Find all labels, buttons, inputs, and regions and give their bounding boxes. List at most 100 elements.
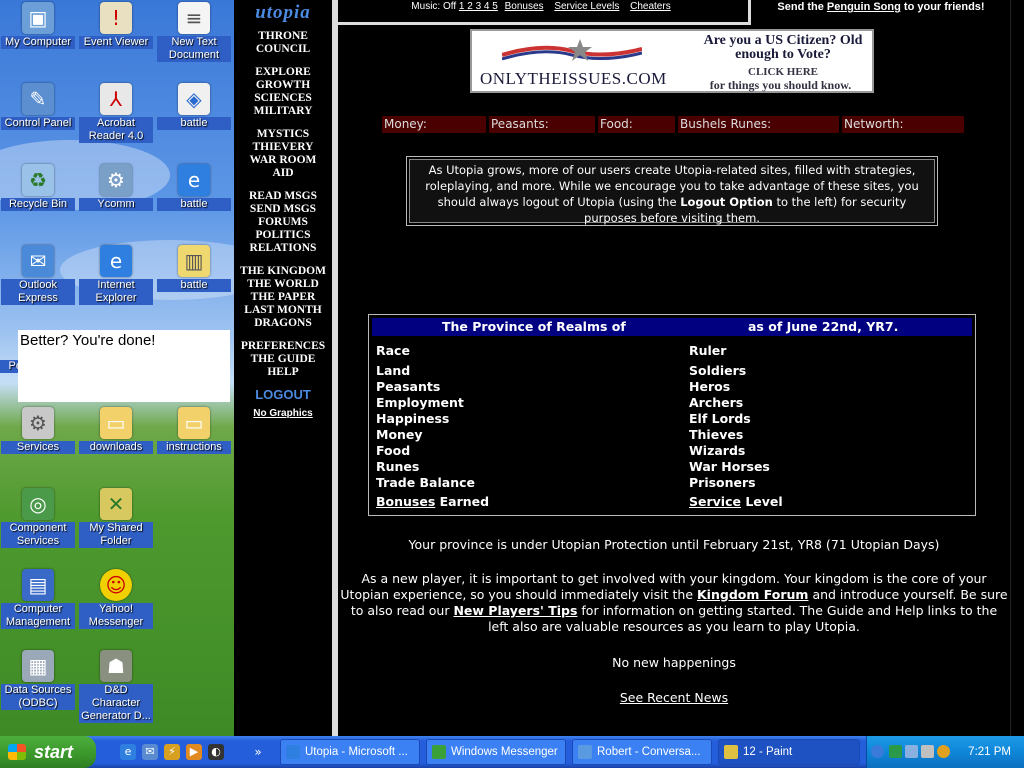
quicklaunch-media-icon[interactable]: ▶	[186, 744, 202, 760]
desktop-icon-yahoo-messenger[interactable]: ☺ Yahoo! Messenger	[79, 569, 153, 629]
yahoo-tray-icon[interactable]	[937, 745, 950, 758]
taskbar-item-utopia[interactable]: Utopia - Microsoft ...	[280, 739, 420, 765]
ad-banner[interactable]: ONLYTHEISSUES.COM Are you a US Citizen? …	[470, 29, 874, 93]
logout-link[interactable]: LOGOUT	[234, 387, 332, 402]
nav-link-sciences[interactable]: SCIENCES	[234, 92, 332, 105]
desktop-icon-ycomm[interactable]: ⚙ Ycomm	[79, 164, 153, 211]
start-button[interactable]: start	[0, 736, 96, 768]
desktop-icon-internet-explorer[interactable]: e Internet Explorer	[79, 245, 153, 305]
nav-link-read-msgs[interactable]: READ MSGS	[234, 190, 332, 203]
desktop-icon-dnd-character-generator[interactable]: ☗ D&D Character Generator D...	[79, 650, 153, 723]
desktop-icon-battle-3[interactable]: ▥ battle	[157, 245, 231, 292]
taskbar-item-robert-conversation[interactable]: Robert - Conversa...	[572, 739, 712, 765]
stat-money: Money:	[382, 116, 486, 133]
province-field-employment: Employment	[376, 395, 464, 410]
desktop-icon-battle-1[interactable]: ◈ battle	[157, 83, 231, 130]
services-gear-icon: ⚙	[22, 407, 54, 439]
province-field-ruler: Ruler	[689, 343, 727, 358]
music-status[interactable]: Music: Off	[411, 1, 456, 12]
desktop-icon-outlook-express[interactable]: ✉ Outlook Express	[1, 245, 75, 305]
nav-link-last-month[interactable]: LAST MONTH	[234, 304, 332, 317]
nav-group: PREFERENCES THE GUIDE HELP	[234, 340, 332, 379]
cheaters-link[interactable]: Cheaters	[630, 1, 671, 12]
ad-click-here[interactable]: CLICK HERE	[698, 66, 868, 78]
desktop-icon-computer-management[interactable]: ▤ Computer Management	[1, 569, 75, 629]
icon-label: battle	[157, 198, 231, 211]
nav-link-the-paper[interactable]: THE PAPER	[234, 291, 332, 304]
nav-link-war-room[interactable]: WAR ROOM	[234, 154, 332, 167]
desktop-icon-new-text-document[interactable]: ≡ New Text Document	[157, 2, 231, 62]
bonuses-earned-link[interactable]: Bonuses	[376, 494, 435, 509]
desktop-icon-instructions[interactable]: ▭ instructions	[157, 407, 231, 454]
desktop-icon-control-panel[interactable]: ✎ Control Panel	[1, 83, 75, 130]
music-track-links[interactable]: 1 2 3 4 5	[459, 1, 498, 12]
network-tray-icon[interactable]	[905, 745, 918, 758]
messenger-tray-icon[interactable]	[889, 745, 902, 758]
no-graphics-link[interactable]: No Graphics	[234, 408, 332, 419]
taskbar-item-paint[interactable]: 12 - Paint	[718, 739, 860, 765]
nav-link-mystics[interactable]: MYSTICS	[234, 128, 332, 141]
tray-expand-icon[interactable]	[871, 745, 884, 758]
icon-label: Internet Explorer	[79, 279, 153, 305]
province-field-land: Land	[376, 363, 411, 378]
quicklaunch-outlook-icon[interactable]: ✉	[142, 744, 158, 760]
nav-link-preferences[interactable]: PREFERENCES	[234, 340, 332, 353]
icon-label: instructions	[157, 441, 231, 454]
taskbar-item-label: Windows Messenger	[451, 746, 558, 758]
penguin-song-link[interactable]: Penguin Song	[827, 1, 901, 13]
new-players-tips-link[interactable]: New Players' Tips	[453, 603, 577, 618]
bonuses-link[interactable]: Bonuses	[505, 1, 544, 12]
see-recent-news-link[interactable]: See Recent News	[620, 690, 728, 705]
desktop-icon-my-shared-folder[interactable]: ✕ My Shared Folder	[79, 488, 153, 548]
nav-link-the-kingdom[interactable]: THE KINGDOM	[234, 265, 332, 278]
paint-icon	[724, 745, 738, 759]
nav-link-the-world[interactable]: THE WORLD	[234, 278, 332, 291]
penguin-song-banner: Send the Penguin Song to your friends!	[752, 0, 1010, 22]
desktop-icon-acrobat-reader[interactable]: ⅄ Acrobat Reader 4.0	[79, 83, 153, 143]
kingdom-forum-link[interactable]: Kingdom Forum	[697, 587, 808, 602]
security-notice: As Utopia grows, more of our users creat…	[406, 156, 938, 226]
stat-networth: Networth:	[842, 116, 964, 133]
recycle-bin-icon: ♻	[22, 164, 54, 196]
volume-tray-icon[interactable]	[921, 745, 934, 758]
desktop-icon-data-sources[interactable]: ▦ Data Sources (ODBC)	[1, 650, 75, 710]
quicklaunch-app-icon[interactable]: ◐	[208, 744, 224, 760]
quicklaunch-more-chevron-icon[interactable]: »	[250, 744, 266, 760]
nav-link-throne[interactable]: THRONE	[234, 30, 332, 43]
nav-link-help[interactable]: HELP	[234, 366, 332, 379]
desktop-icon-recycle-bin[interactable]: ♻ Recycle Bin	[1, 164, 75, 211]
quicklaunch-ie-icon[interactable]: e	[120, 744, 136, 760]
bonuses-earned: Bonuses Earned	[376, 494, 489, 509]
service-level-link[interactable]: Service	[689, 494, 741, 509]
nav-link-explore[interactable]: EXPLORE	[234, 66, 332, 79]
nav-link-send-msgs[interactable]: SEND MSGS	[234, 203, 332, 216]
nav-link-dragons[interactable]: DRAGONS	[234, 317, 332, 330]
nav-link-politics[interactable]: POLITICS	[234, 229, 332, 242]
province-field-soldiers: Soldiers	[689, 363, 747, 378]
desktop-icon-component-services[interactable]: ◎ Component Services	[1, 488, 75, 548]
text-document-icon: ≡	[178, 2, 210, 34]
nav-link-military[interactable]: MILITARY	[234, 105, 332, 118]
province-field-prisoners: Prisoners	[689, 475, 756, 490]
quicklaunch-winamp-icon[interactable]: ⚡	[164, 744, 180, 760]
desktop-icon-battle-2[interactable]: e battle	[157, 164, 231, 211]
clock[interactable]: 7:21 PM	[968, 736, 1011, 768]
province-field-race: Race	[376, 343, 410, 358]
desktop-icon-services[interactable]: ⚙ Services	[1, 407, 75, 454]
nav-link-the-guide[interactable]: THE GUIDE	[234, 353, 332, 366]
nav-link-council[interactable]: COUNCIL	[234, 43, 332, 56]
vertical-scrollbar[interactable]	[1010, 0, 1024, 736]
nav-link-relations[interactable]: RELATIONS	[234, 242, 332, 255]
desktop-icon-event-viewer[interactable]: ! Event Viewer	[79, 2, 153, 49]
nav-link-thievery[interactable]: THIEVERY	[234, 141, 332, 154]
nav-link-forums[interactable]: FORUMS	[234, 216, 332, 229]
nav-link-growth[interactable]: GROWTH	[234, 79, 332, 92]
province-field-thieves: Thieves	[689, 427, 744, 442]
character-figure-icon: ☗	[100, 650, 132, 682]
shared-folder-icon: ✕	[100, 488, 132, 520]
nav-link-aid[interactable]: AID	[234, 167, 332, 180]
desktop-icon-my-computer[interactable]: ▣ My Computer	[1, 2, 75, 49]
taskbar-item-windows-messenger[interactable]: Windows Messenger	[426, 739, 566, 765]
service-levels-link[interactable]: Service Levels	[554, 1, 619, 12]
desktop-icon-downloads[interactable]: ▭ downloads	[79, 407, 153, 454]
